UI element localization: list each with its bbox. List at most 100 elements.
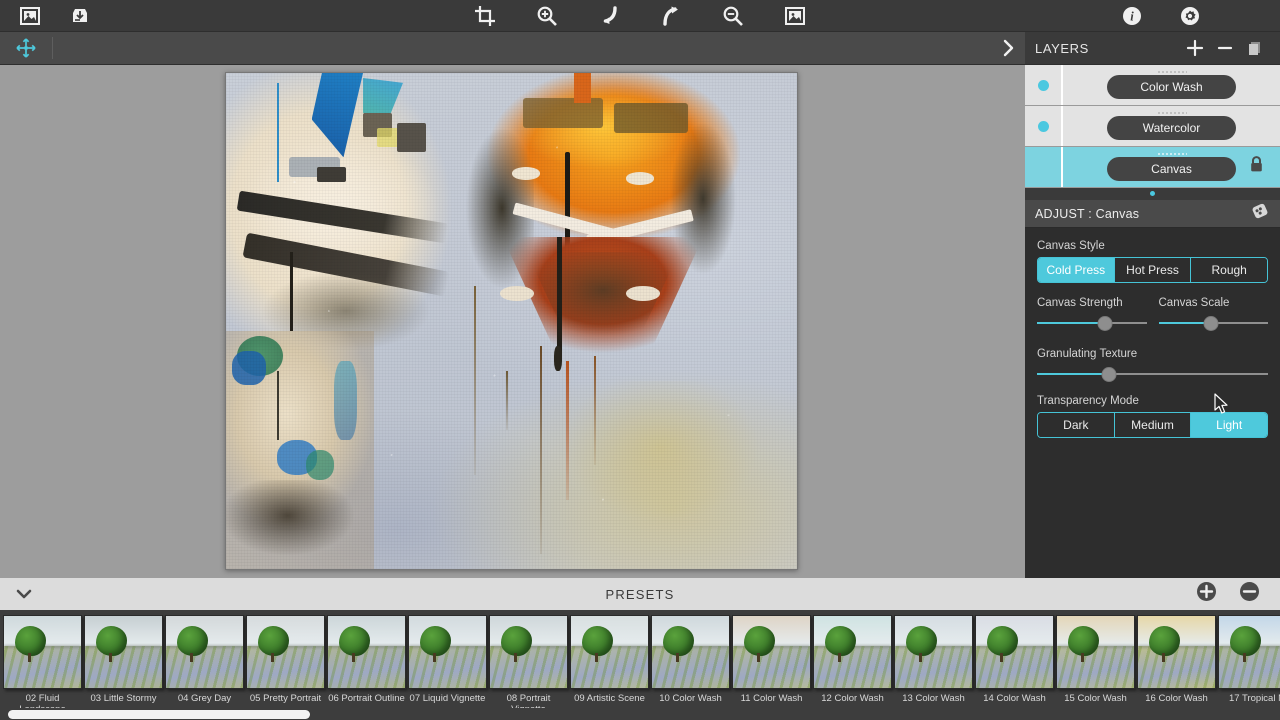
preset-thumb-trunk bbox=[837, 653, 841, 663]
layer-row-selected[interactable]: Canvas bbox=[1025, 147, 1280, 188]
preset-item[interactable]: 13 Color Wash bbox=[893, 610, 974, 720]
transparency-option-dark[interactable]: Dark bbox=[1038, 413, 1115, 437]
layer-row[interactable]: Watercolor bbox=[1025, 106, 1280, 147]
remove-layer-button[interactable] bbox=[1210, 34, 1240, 62]
preset-thumbnail[interactable] bbox=[327, 615, 406, 689]
preset-item[interactable]: 02 Fluid Landscape bbox=[2, 610, 83, 720]
zoom-in-icon[interactable] bbox=[535, 4, 559, 28]
layer-name-button[interactable]: Color Wash bbox=[1107, 75, 1236, 99]
granulating-texture-slider[interactable] bbox=[1037, 365, 1268, 383]
preset-thumbnail[interactable] bbox=[813, 615, 892, 689]
preset-item[interactable]: 05 Pretty Portrait bbox=[245, 610, 326, 720]
presets-scrollbar-thumb[interactable] bbox=[8, 710, 310, 719]
preset-thumbnail[interactable] bbox=[1056, 615, 1135, 689]
info-icon[interactable]: i bbox=[1120, 4, 1144, 28]
layer-name-button[interactable]: Watercolor bbox=[1107, 116, 1236, 140]
canvas-scale-slider[interactable] bbox=[1158, 314, 1268, 332]
transparency-option-medium[interactable]: Medium bbox=[1114, 413, 1192, 437]
preset-thumb-tree bbox=[824, 626, 856, 657]
preset-item[interactable]: 09 Artistic Scene bbox=[569, 610, 650, 720]
canvas-area[interactable] bbox=[0, 65, 1025, 578]
preset-label: 12 Color Wash bbox=[821, 693, 884, 704]
layer-drag-handle[interactable] bbox=[1156, 111, 1187, 114]
layer-row[interactable]: Color Wash bbox=[1025, 65, 1280, 106]
preset-item[interactable]: 10 Color Wash bbox=[650, 610, 731, 720]
redo-icon[interactable] bbox=[659, 4, 683, 28]
artboard-image[interactable] bbox=[225, 72, 798, 570]
layer-drag-handle[interactable] bbox=[1156, 152, 1187, 155]
crop-icon[interactable] bbox=[473, 4, 497, 28]
preset-item[interactable]: 07 Liquid Vignette bbox=[407, 610, 488, 720]
preset-thumbnail[interactable] bbox=[246, 615, 325, 689]
layer-name-button[interactable]: Canvas bbox=[1107, 157, 1236, 181]
slider-knob[interactable] bbox=[1203, 315, 1219, 331]
layer-visibility-toggle[interactable] bbox=[1025, 65, 1061, 105]
context-toolbar bbox=[0, 32, 1025, 65]
preset-item[interactable]: 11 Color Wash bbox=[731, 610, 812, 720]
layers-panel: LAYERS Color Wash Watercolor Canvas bbox=[1025, 32, 1280, 200]
palette-icon[interactable] bbox=[1250, 201, 1270, 226]
preset-thumbnail[interactable] bbox=[408, 615, 487, 689]
layer-body[interactable]: Canvas bbox=[1063, 147, 1280, 187]
preset-thumbnail[interactable] bbox=[651, 615, 730, 689]
lock-icon[interactable] bbox=[1249, 156, 1264, 178]
slider-knob[interactable] bbox=[1097, 315, 1113, 331]
preset-thumbnail[interactable] bbox=[1218, 615, 1280, 689]
preset-item[interactable]: 06 Portrait Outline bbox=[326, 610, 407, 720]
undo-icon[interactable] bbox=[597, 4, 621, 28]
preset-thumbnail[interactable] bbox=[165, 615, 244, 689]
canvas-style-option-rough[interactable]: Rough bbox=[1191, 258, 1267, 282]
layer-drag-handle[interactable] bbox=[1156, 70, 1187, 73]
preset-item[interactable]: 03 Little Stormy bbox=[83, 610, 164, 720]
canvas-strength-slider[interactable] bbox=[1037, 314, 1147, 332]
layer-visibility-toggle[interactable] bbox=[1025, 147, 1061, 187]
preset-label: 17 Tropical M bbox=[1228, 693, 1280, 704]
add-layer-button[interactable] bbox=[1180, 34, 1210, 62]
preset-label: 06 Portrait Outline bbox=[328, 693, 405, 704]
chevron-down-icon[interactable] bbox=[14, 587, 34, 601]
preset-thumbnail[interactable] bbox=[975, 615, 1054, 689]
page-indicator-dot[interactable] bbox=[1150, 191, 1155, 196]
preset-thumbnail[interactable] bbox=[3, 615, 82, 689]
preset-thumb-trunk bbox=[1161, 653, 1165, 663]
preset-label: 03 Little Stormy bbox=[90, 693, 157, 704]
preset-item[interactable]: 15 Color Wash bbox=[1055, 610, 1136, 720]
layer-visibility-toggle[interactable] bbox=[1025, 106, 1061, 146]
preset-item[interactable]: 16 Color Wash bbox=[1136, 610, 1217, 720]
transparency-mode-label: Transparency Mode bbox=[1037, 395, 1139, 407]
preset-item[interactable]: 08 Portrait Vignette bbox=[488, 610, 569, 720]
preset-thumbnail[interactable] bbox=[570, 615, 649, 689]
preset-thumb-tree bbox=[338, 626, 370, 657]
preset-thumbnail[interactable] bbox=[732, 615, 811, 689]
preset-thumb-tree bbox=[1229, 626, 1261, 657]
preset-thumbnail[interactable] bbox=[489, 615, 568, 689]
visibility-dot-icon bbox=[1037, 79, 1049, 91]
duplicate-layer-icon[interactable] bbox=[1240, 34, 1270, 62]
layer-body[interactable]: Color Wash bbox=[1063, 65, 1280, 105]
preset-item[interactable]: 14 Color Wash bbox=[974, 610, 1055, 720]
transparency-option-light[interactable]: Light bbox=[1191, 413, 1267, 437]
transparency-mode-segmented-control: Dark Medium Light bbox=[1037, 412, 1268, 438]
add-preset-button[interactable] bbox=[1196, 581, 1217, 607]
layers-pagination bbox=[1025, 188, 1280, 199]
preset-item[interactable]: 12 Color Wash bbox=[812, 610, 893, 720]
canvas-style-option-hot-press[interactable]: Hot Press bbox=[1114, 258, 1192, 282]
preset-item[interactable]: 04 Grey Day bbox=[164, 610, 245, 720]
presets-scrollbar-track[interactable] bbox=[0, 708, 1280, 720]
slider-knob[interactable] bbox=[1101, 366, 1117, 382]
zoom-out-icon[interactable] bbox=[721, 4, 745, 28]
preset-item[interactable]: 17 Tropical M bbox=[1217, 610, 1280, 720]
remove-preset-button[interactable] bbox=[1239, 581, 1260, 607]
layer-body[interactable]: Watercolor bbox=[1063, 106, 1280, 146]
preset-thumb-rows bbox=[1138, 646, 1215, 688]
preset-thumb-tree bbox=[419, 626, 451, 657]
settings-icon[interactable] bbox=[1178, 4, 1202, 28]
preset-thumbnail[interactable] bbox=[1137, 615, 1216, 689]
canvas-style-option-cold-press[interactable]: Cold Press bbox=[1038, 258, 1115, 282]
fit-image-icon[interactable] bbox=[783, 4, 807, 28]
preset-thumbnail[interactable] bbox=[84, 615, 163, 689]
move-tool[interactable] bbox=[0, 32, 52, 65]
presets-strip[interactable]: 02 Fluid Landscape 03 Little Stormy 04 Gre… bbox=[0, 610, 1280, 720]
chevron-right-icon[interactable] bbox=[991, 32, 1025, 65]
preset-thumbnail[interactable] bbox=[894, 615, 973, 689]
